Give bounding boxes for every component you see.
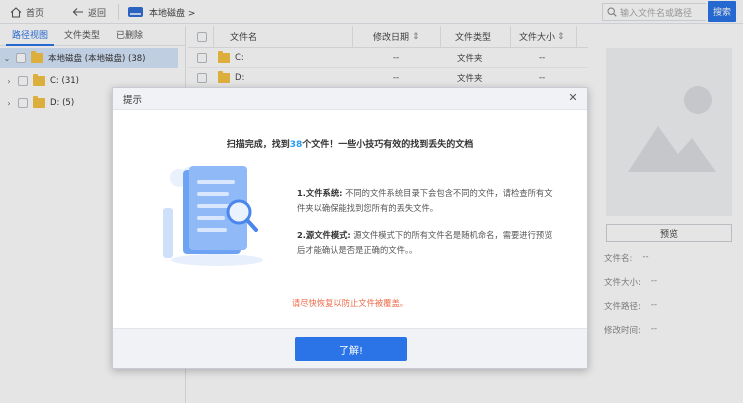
dialog-summary: 扫描完成，找到38个文件！一些小技巧有效的找到丢失的文档	[113, 137, 587, 150]
tip2-heading: 2.源文件模式:	[297, 230, 351, 240]
dialog-footer: 了解!	[113, 328, 587, 368]
tip-raw-mode: 2.源文件模式: 源文件模式下的所有文件名是随机命名，需要进行预览后才能确认是否…	[297, 228, 557, 258]
found-count: 38	[289, 140, 303, 150]
tip-file-system: 1.文件系统: 不同的文件系统目录下会包含不同的文件，请检查所有文件夹以确保能找…	[297, 186, 557, 216]
summary-prefix: 扫描完成，找到	[226, 140, 290, 150]
close-icon[interactable]: ✕	[567, 92, 579, 104]
overwrite-warning: 请尽快恢复以防止文件被覆盖。	[291, 298, 409, 308]
tip1-heading: 1.文件系统:	[297, 188, 343, 198]
scan-complete-dialog: 提示 ✕ 扫描完成，找到38个文件！一些小技巧有效的找到丢失的文档 1.文件系统…	[112, 87, 588, 369]
dialog-header: 提示 ✕	[113, 88, 587, 110]
got-it-button[interactable]: 了解!	[295, 337, 407, 361]
dialog-title: 提示	[123, 94, 143, 106]
summary-suffix: 个文件！一些小技巧有效的找到丢失的文档	[302, 140, 474, 150]
document-search-illustration	[163, 166, 263, 266]
